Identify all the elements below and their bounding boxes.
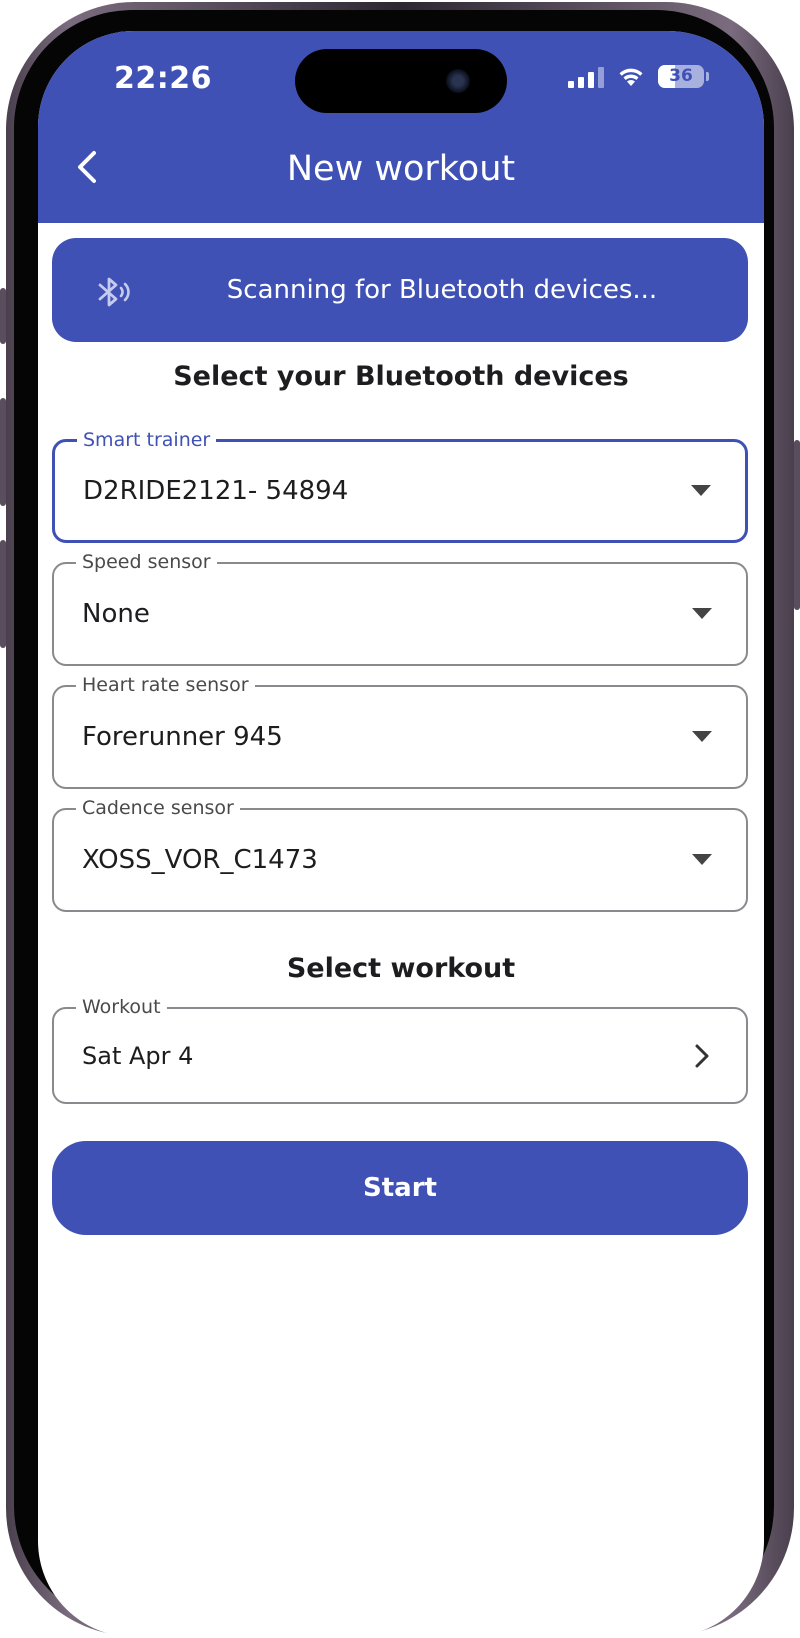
- bluetooth-searching-icon: [98, 277, 130, 307]
- workout-select[interactable]: Workout Sat Apr 4: [52, 995, 748, 1104]
- caret-down-icon: [692, 608, 712, 619]
- devices-section-title: Select your Bluetooth devices: [173, 361, 629, 392]
- smart-trainer-value: D2RIDE2121- 54894: [83, 476, 349, 506]
- battery-percent: 36: [669, 66, 693, 86]
- scan-banner: Scanning for Bluetooth devices...: [52, 238, 748, 342]
- app-header: 22:26 36 New workout: [38, 31, 764, 223]
- smart-trainer-select[interactable]: Smart trainer D2RIDE2121- 54894: [52, 428, 748, 543]
- speed-sensor-select[interactable]: Speed sensor None: [52, 550, 748, 666]
- caret-down-icon: [691, 485, 711, 496]
- action-button: [0, 288, 6, 344]
- heart-rate-sensor-select[interactable]: Heart rate sensor Forerunner 945: [52, 673, 748, 789]
- wifi-icon: [619, 68, 643, 86]
- app-screen: 22:26 36 New workout Scanning for Blueto…: [38, 31, 764, 1637]
- caret-down-icon: [692, 854, 712, 865]
- workout-value: Sat Apr 4: [82, 1041, 194, 1070]
- heart-rate-sensor-value: Forerunner 945: [82, 722, 283, 752]
- speed-sensor-value: None: [82, 599, 150, 629]
- battery-icon: 36: [658, 65, 709, 88]
- cadence-sensor-value: XOSS_VOR_C1473: [82, 845, 318, 875]
- scan-status-text: Scanning for Bluetooth devices...: [226, 275, 658, 305]
- status-icons: 36: [568, 65, 709, 88]
- status-time: 22:26: [114, 61, 212, 96]
- start-button[interactable]: Start: [52, 1141, 748, 1235]
- cellular-signal-icon: [568, 66, 604, 88]
- page-title: New workout: [286, 149, 516, 189]
- volume-down-button: [0, 540, 6, 648]
- cadence-sensor-select[interactable]: Cadence sensor XOSS_VOR_C1473: [52, 796, 748, 912]
- front-camera: [446, 69, 470, 93]
- workout-section-title: Select workout: [286, 953, 516, 984]
- dynamic-island: [295, 49, 507, 113]
- battery-nub: [706, 72, 709, 81]
- power-button: [794, 440, 800, 610]
- volume-up-button: [0, 398, 6, 506]
- caret-down-icon: [692, 731, 712, 742]
- chevron-right-icon: [695, 1044, 709, 1067]
